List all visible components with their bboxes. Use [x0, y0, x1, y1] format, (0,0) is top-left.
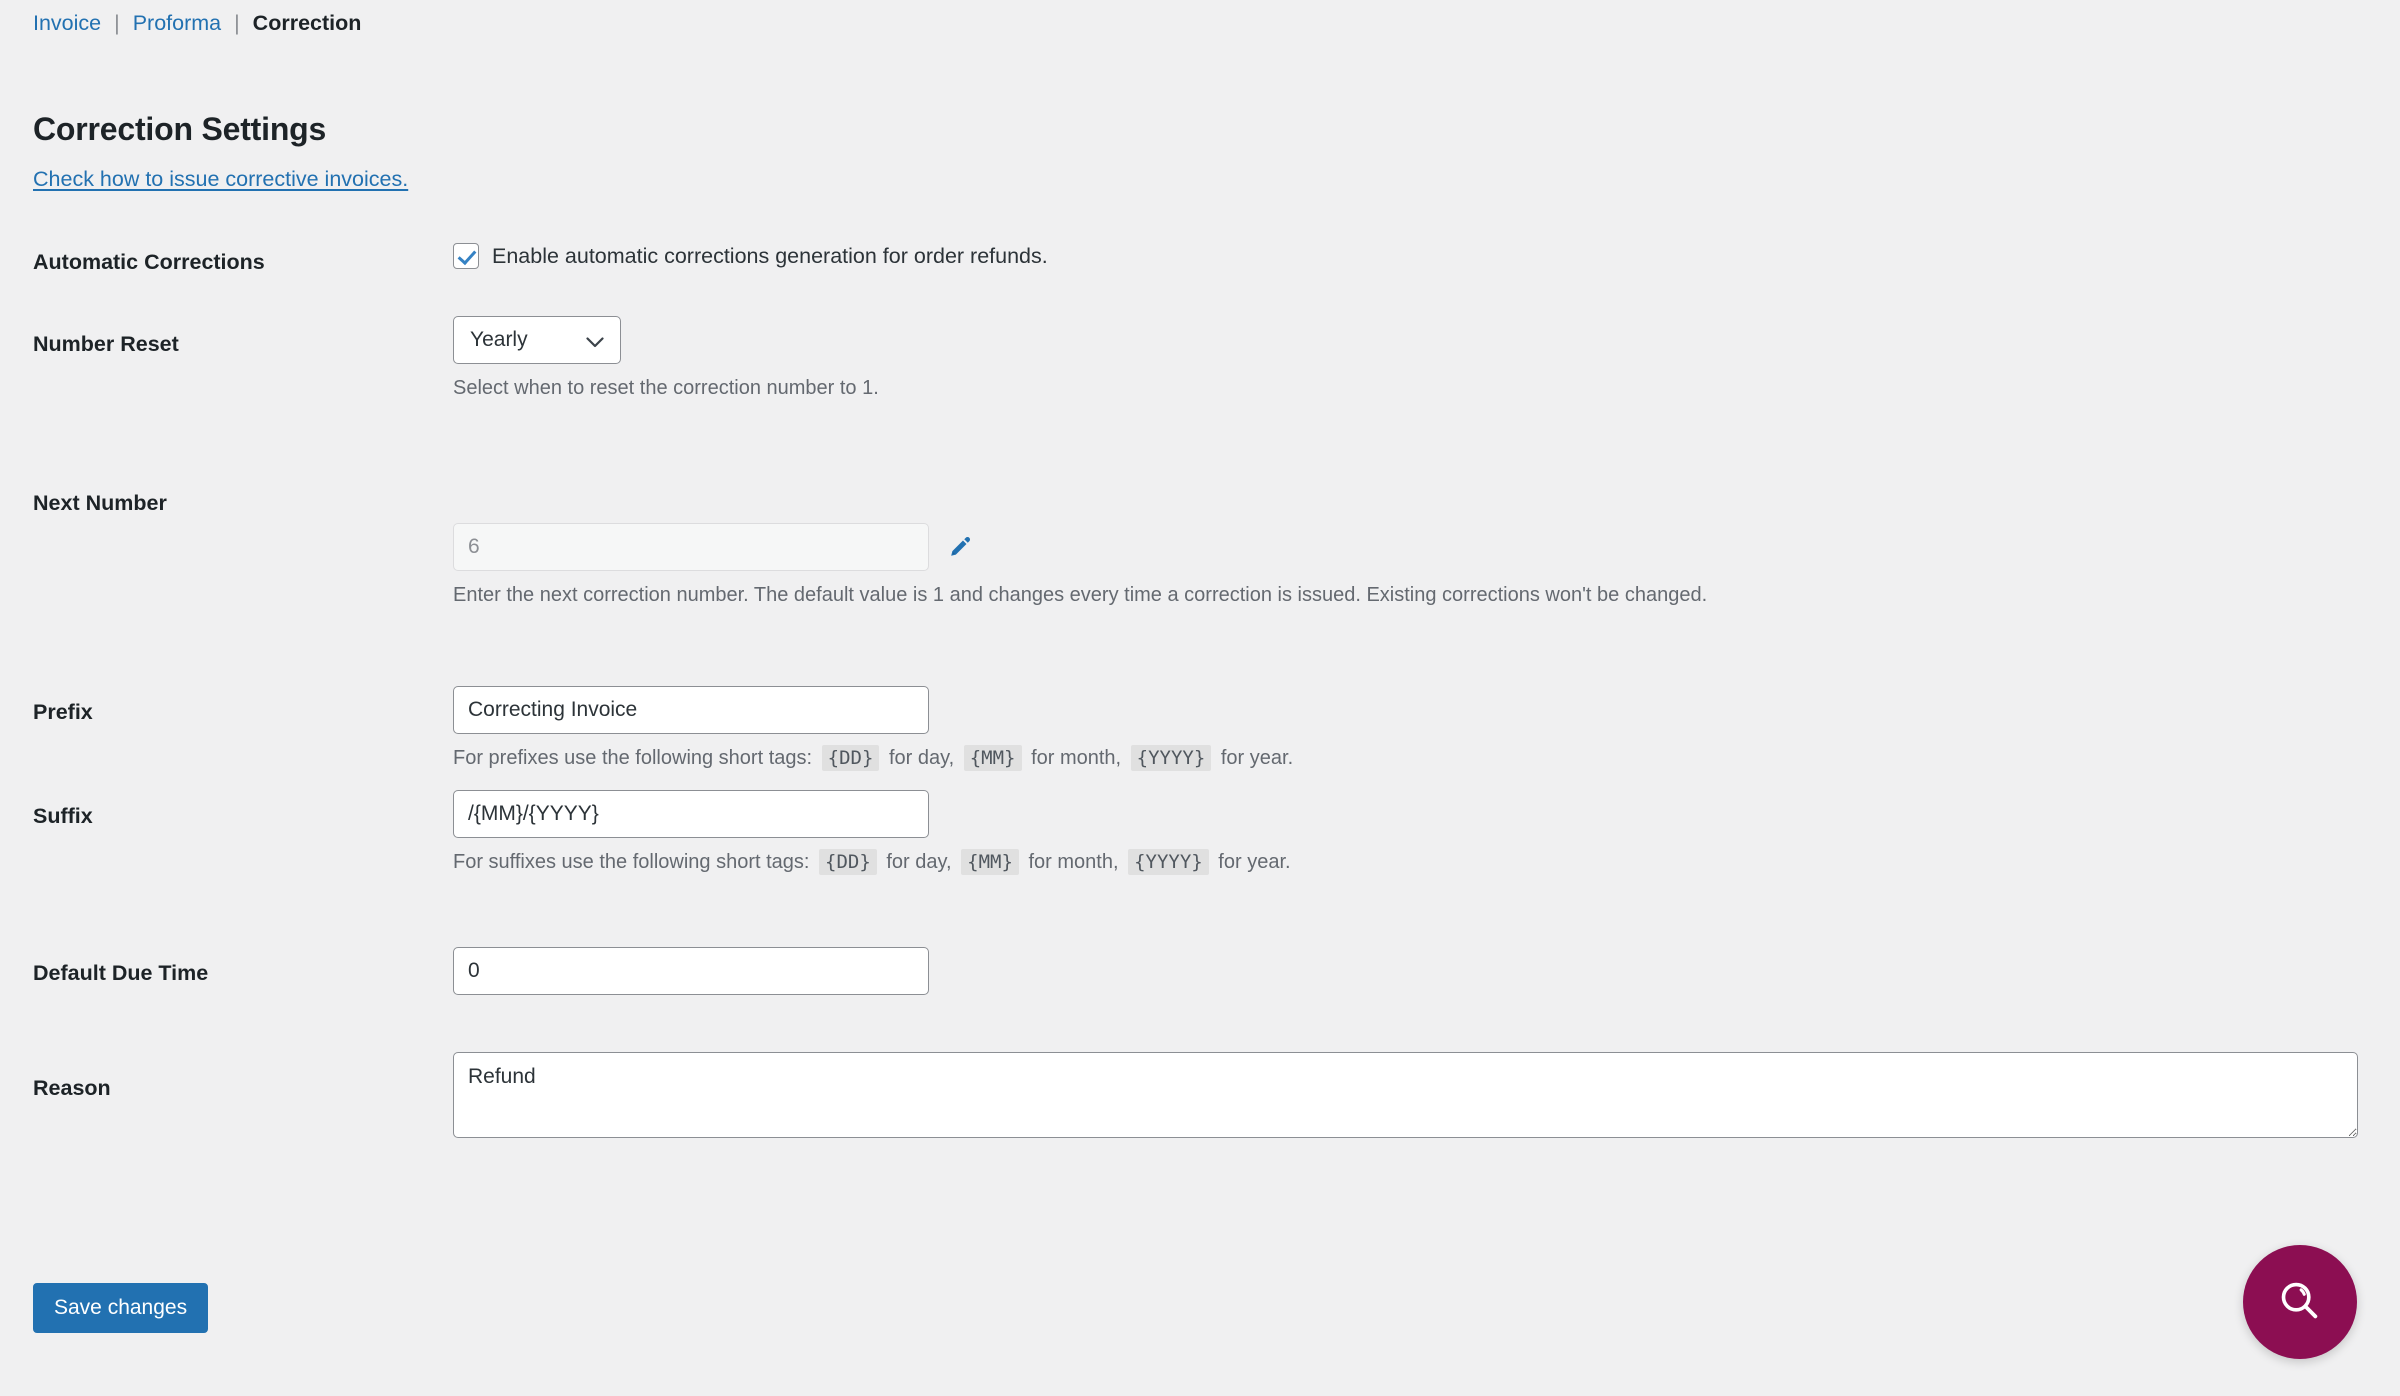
- breadcrumb-item-correction: Correction: [253, 11, 362, 35]
- next-number-input-row: [453, 523, 1707, 571]
- prefix-tag-day: {DD}: [822, 745, 880, 771]
- suffix-tag-day: {DD}: [819, 849, 877, 875]
- suffix-tag-year: {YYYY}: [1128, 849, 1209, 875]
- breadcrumb-separator-2: |: [227, 11, 247, 35]
- save-changes-button[interactable]: Save changes: [33, 1283, 208, 1333]
- field-reason: [453, 1052, 2358, 1143]
- number-reset-help: Select when to reset the correction numb…: [453, 375, 879, 401]
- suffix-tag-year-text: for year.: [1218, 851, 1290, 873]
- prefix-tag-day-text: for day,: [889, 747, 954, 769]
- reason-textarea[interactable]: [453, 1052, 2358, 1138]
- suffix-tag-month-text: for month,: [1028, 851, 1118, 873]
- next-number-help: Enter the next correction number. The de…: [453, 582, 1707, 608]
- suffix-tag-day-text: for day,: [886, 851, 951, 873]
- label-prefix: Prefix: [33, 698, 93, 726]
- number-reset-select[interactable]: Yearly: [453, 316, 621, 364]
- search-fab-button[interactable]: [2243, 1245, 2357, 1359]
- field-suffix: For suffixes use the following short tag…: [453, 790, 1291, 875]
- field-automatic-corrections: Enable automatic corrections generation …: [453, 242, 1048, 270]
- prefix-help: For prefixes use the following short tag…: [453, 745, 1293, 771]
- label-default-due-time: Default Due Time: [33, 959, 208, 987]
- field-prefix: For prefixes use the following short tag…: [453, 686, 1293, 771]
- prefix-tag-month-text: for month,: [1031, 747, 1121, 769]
- suffix-help-lead: For suffixes use the following short tag…: [453, 851, 809, 873]
- label-automatic-corrections: Automatic Corrections: [33, 248, 265, 276]
- pencil-icon: [947, 532, 975, 563]
- automatic-corrections-checkbox-label[interactable]: Enable automatic corrections generation …: [492, 242, 1048, 270]
- label-next-number: Next Number: [33, 489, 167, 517]
- field-next-number: Enter the next correction number. The de…: [453, 523, 1707, 608]
- suffix-tag-month: {MM}: [961, 849, 1019, 875]
- page-title: Correction Settings: [33, 110, 326, 148]
- label-suffix: Suffix: [33, 802, 93, 830]
- prefix-tag-month: {MM}: [964, 745, 1022, 771]
- suffix-input[interactable]: [453, 790, 929, 838]
- field-default-due-time: [453, 947, 929, 995]
- breadcrumb-item-invoice[interactable]: Invoice: [33, 11, 101, 35]
- breadcrumb-separator-1: |: [107, 11, 127, 35]
- automatic-corrections-checkbox[interactable]: [453, 243, 479, 269]
- prefix-help-lead: For prefixes use the following short tag…: [453, 747, 812, 769]
- prefix-tag-year: {YYYY}: [1131, 745, 1212, 771]
- chevron-down-icon: [586, 335, 604, 346]
- settings-page: Invoice | Proforma | Correction Correcti…: [0, 0, 2400, 1396]
- suffix-help: For suffixes use the following short tag…: [453, 849, 1291, 875]
- prefix-input[interactable]: [453, 686, 929, 734]
- documentation-link[interactable]: Check how to issue corrective invoices.: [33, 165, 408, 193]
- default-due-time-input[interactable]: [453, 947, 929, 995]
- label-number-reset: Number Reset: [33, 330, 179, 358]
- breadcrumb: Invoice | Proforma | Correction: [33, 9, 361, 37]
- breadcrumb-item-proforma[interactable]: Proforma: [133, 11, 221, 35]
- label-reason: Reason: [33, 1074, 111, 1102]
- field-number-reset: Yearly Select when to reset the correcti…: [453, 316, 879, 401]
- edit-next-number-button[interactable]: [946, 532, 976, 562]
- automatic-corrections-checkbox-wrap[interactable]: Enable automatic corrections generation …: [453, 242, 1048, 270]
- number-reset-selected-value: Yearly: [470, 328, 586, 352]
- search-icon: [2277, 1278, 2323, 1327]
- prefix-tag-year-text: for year.: [1221, 747, 1293, 769]
- next-number-input[interactable]: [453, 523, 929, 571]
